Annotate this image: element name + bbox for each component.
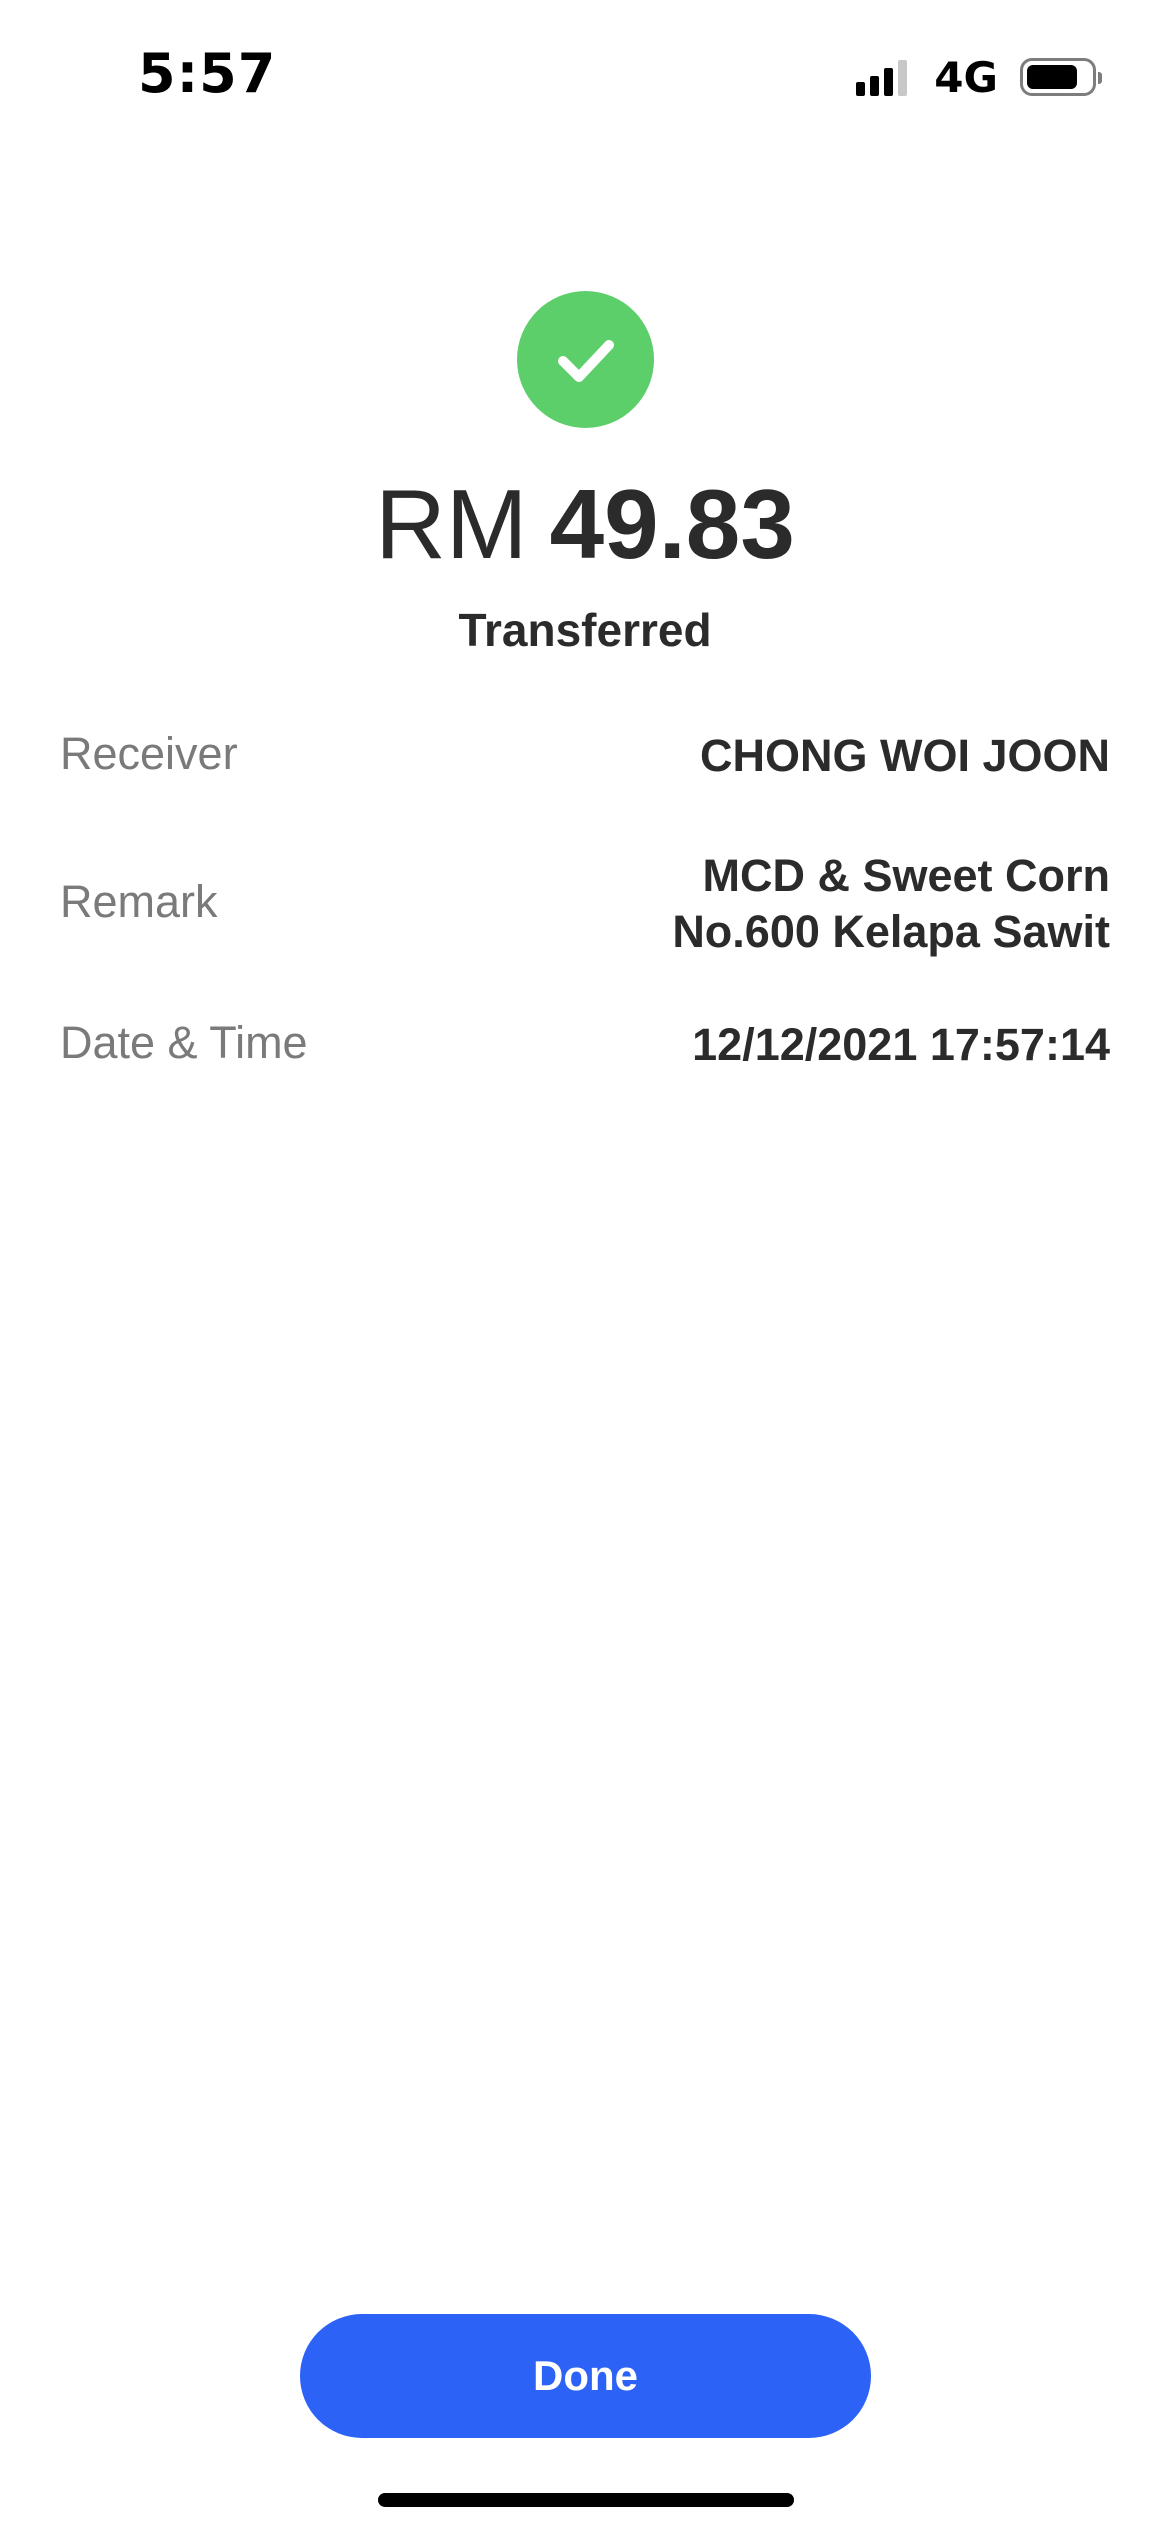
remark-line-1: MCD & Sweet Corn bbox=[702, 850, 1110, 901]
remark-line-2: No.600 Kelapa Sawit bbox=[672, 906, 1110, 957]
remark-label: Remark bbox=[60, 876, 218, 927]
cellular-signal-icon bbox=[856, 58, 912, 96]
success-check-icon bbox=[517, 291, 654, 428]
done-button[interactable]: Done bbox=[300, 2314, 871, 2438]
status-indicators: 4G bbox=[856, 52, 1102, 102]
datetime-value: 12/12/2021 17:57:14 bbox=[692, 1019, 1110, 1070]
network-type: 4G bbox=[934, 52, 998, 102]
receiver-row: Receiver CHONG WOI JOON bbox=[60, 728, 1110, 788]
checkmark-icon bbox=[557, 339, 614, 382]
transfer-success-screen: 5:57 4G RM 49.83 Transferred Receiver CHO… bbox=[0, 0, 1170, 2532]
remark-value: MCD & Sweet Corn No.600 Kelapa Sawit bbox=[672, 848, 1110, 960]
amount-currency: RM bbox=[375, 469, 528, 579]
transfer-amount: RM 49.83 bbox=[0, 468, 1170, 581]
home-indicator[interactable] bbox=[378, 2493, 794, 2507]
battery-icon bbox=[1020, 58, 1102, 96]
remark-row: Remark MCD & Sweet Corn No.600 Kelapa Sa… bbox=[60, 848, 1110, 960]
battery-level bbox=[1027, 65, 1077, 89]
status-time: 5:57 bbox=[138, 42, 277, 105]
receiver-value: CHONG WOI JOON bbox=[699, 730, 1110, 781]
datetime-label: Date & Time bbox=[60, 1017, 308, 1068]
datetime-row: Date & Time 12/12/2021 17:57:14 bbox=[60, 1017, 1110, 1077]
amount-value: 49.83 bbox=[549, 469, 795, 579]
receiver-label: Receiver bbox=[60, 728, 238, 779]
transfer-status: Transferred bbox=[458, 604, 712, 656]
